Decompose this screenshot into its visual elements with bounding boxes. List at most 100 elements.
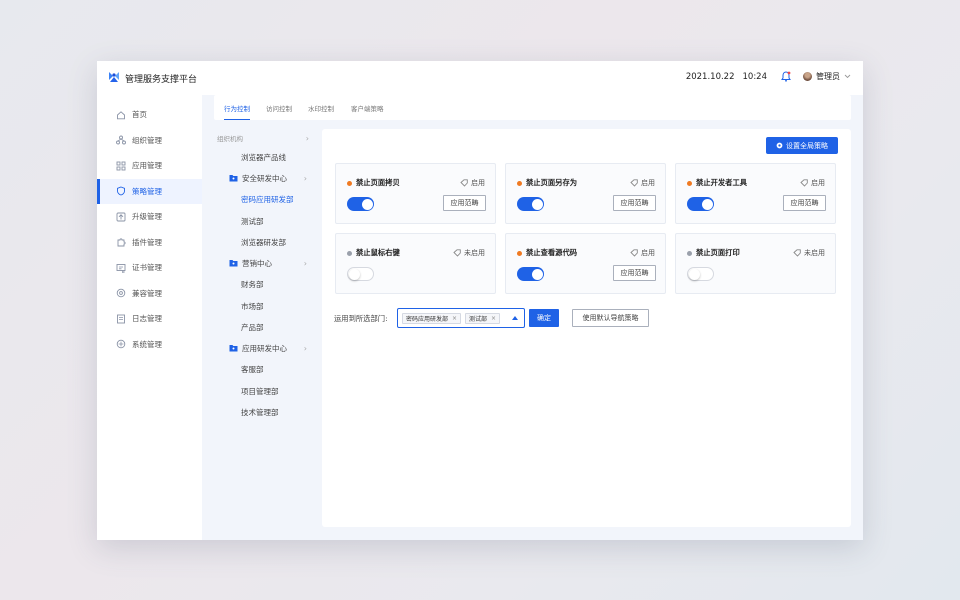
tag-icon: [630, 179, 638, 187]
folder-icon: [229, 175, 238, 182]
policy-toggle[interactable]: [347, 267, 374, 281]
status-text: 启用: [471, 179, 485, 187]
tag-icon: [453, 249, 461, 257]
bell-icon[interactable]: [781, 71, 791, 82]
policy-card: 禁止页面拷贝 启用 应用范畴: [335, 163, 496, 224]
policy-toggle[interactable]: [517, 267, 544, 281]
chevron-right-icon: ›: [303, 343, 307, 353]
tree-item-label: 应用研发中心: [242, 343, 287, 353]
button-label: 设置全局策略: [786, 141, 828, 150]
tree-item[interactable]: 营销中心 ›: [229, 256, 329, 270]
sidebar-item-label: 升级管理: [132, 212, 162, 222]
chevron-right-icon: ›: [305, 133, 309, 143]
policy-title: 禁止页面另存为: [526, 178, 578, 187]
status-text: 启用: [641, 249, 655, 257]
log-icon: [117, 314, 125, 324]
home-icon: [117, 110, 125, 119]
policy-card: 禁止开发者工具 启用 应用范畴: [675, 163, 836, 224]
status-text: 未启用: [804, 249, 825, 257]
tag-icon: [630, 249, 638, 257]
close-icon[interactable]: ×: [491, 315, 496, 322]
tree-item[interactable]: 应用研发中心 ›: [229, 341, 329, 355]
folder-icon: [229, 260, 238, 267]
top-bar: 管理服务支撑平台 2021.10.22 10:24 管理员: [97, 61, 863, 95]
policy-card: 禁止查看源代码 启用 应用范畴: [505, 233, 666, 294]
policy-title: 禁止查看源代码: [526, 248, 578, 257]
sidebar-item-label: 日志管理: [132, 314, 162, 324]
avatar[interactable]: [803, 72, 812, 81]
sidebar-item-apps[interactable]: 应用管理: [97, 153, 202, 179]
logo-icon: [109, 72, 119, 82]
policy-title: 禁止页面拷贝: [356, 178, 400, 187]
scope-button[interactable]: 应用范畴: [443, 195, 486, 211]
status-badge: 启用: [630, 248, 655, 258]
tag-icon: [800, 179, 808, 187]
sidebar-item-cert[interactable]: 证书管理: [97, 255, 202, 281]
status-dot: [347, 181, 352, 186]
shield-icon: [117, 186, 125, 196]
sidebar-item-system[interactable]: 系统管理: [97, 332, 202, 358]
tree-item[interactable]: 安全研发中心 ›: [229, 171, 329, 185]
sidebar: 首页 组织管理 应用管理 策略管理 升级管理 插件管理 证书管理 兼容管理 日志…: [97, 95, 202, 540]
tree-item-label: 市场部: [241, 301, 264, 311]
folder-icon: [229, 345, 238, 352]
use-default-policy-button[interactable]: 使用默认导航策略: [572, 309, 649, 327]
dept-multiselect[interactable]: 密码应用研发部 × 测试部 ×: [397, 308, 525, 328]
plugin-icon: [117, 238, 126, 247]
sidebar-item-home[interactable]: 首页: [97, 102, 202, 128]
tab-client-policy[interactable]: 客户端策略: [351, 103, 384, 120]
sidebar-item-org[interactable]: 组织管理: [97, 128, 202, 154]
scope-button[interactable]: 应用范畴: [613, 195, 656, 211]
set-global-policy-button[interactable]: 设置全局策略: [766, 137, 838, 154]
tree-item-label: 营销中心: [242, 258, 272, 268]
user-name[interactable]: 管理员: [816, 71, 840, 82]
sidebar-item-log[interactable]: 日志管理: [97, 306, 202, 332]
status-text: 启用: [641, 179, 655, 187]
sidebar-item-label: 策略管理: [132, 186, 162, 196]
dept-chip: 密码应用研发部 ×: [402, 313, 462, 324]
policy-card: 禁止页面打印 未启用: [675, 233, 836, 294]
apps-icon: [116, 161, 126, 171]
status-badge: 启用: [460, 178, 485, 188]
tab-access-control[interactable]: 访问控制: [266, 103, 292, 120]
sidebar-item-label: 插件管理: [132, 237, 162, 247]
dept-chip: 测试部 ×: [465, 313, 501, 324]
scope-button[interactable]: 应用范畴: [613, 265, 656, 281]
app-window: 管理服务支撑平台 2021.10.22 10:24 管理员 首页 组织管理 应用…: [97, 61, 863, 540]
status-dot: [347, 251, 352, 256]
tree-header-label: 组织机构: [217, 135, 243, 143]
time-label: 10:24: [742, 71, 768, 82]
chevron-right-icon: ›: [303, 258, 307, 268]
policy-toggle[interactable]: [347, 197, 374, 211]
policy-toggle[interactable]: [517, 197, 544, 211]
status-badge: 未启用: [793, 248, 825, 258]
scope-button[interactable]: 应用范畴: [783, 195, 826, 211]
caret-up-icon[interactable]: [512, 316, 518, 320]
policy-card: 禁止页面另存为 启用 应用范畴: [505, 163, 666, 224]
confirm-button[interactable]: 确定: [529, 309, 559, 327]
tree-item-label: 密码应用研发部: [241, 194, 294, 204]
app-title: 管理服务支撑平台: [125, 75, 198, 85]
tree-item-label: 项目管理部: [241, 386, 279, 396]
close-icon[interactable]: ×: [452, 315, 457, 322]
tab-behavior-control[interactable]: 行为控制: [224, 103, 250, 120]
sidebar-item-label: 兼容管理: [132, 288, 162, 298]
gear-icon: [776, 142, 783, 149]
sidebar-item-policy[interactable]: 策略管理: [97, 178, 202, 204]
sidebar-item-compat[interactable]: 兼容管理: [97, 281, 202, 307]
status-dot: [517, 181, 522, 186]
tree-item-label: 测试部: [241, 216, 264, 226]
tree-header[interactable]: 组织机构 ›: [217, 131, 317, 145]
policy-toggle[interactable]: [687, 197, 714, 211]
compat-icon: [116, 289, 126, 298]
chevron-down-icon[interactable]: [844, 74, 851, 79]
tag-icon: [460, 179, 468, 187]
tab-watermark-control[interactable]: 水印控制: [308, 103, 334, 120]
sidebar-item-plugin[interactable]: 插件管理: [97, 230, 202, 256]
sidebar-item-upgrade[interactable]: 升级管理: [97, 204, 202, 230]
tag-icon: [793, 249, 801, 257]
policy-toggle[interactable]: [687, 267, 714, 281]
policy-title: 禁止开发者工具: [696, 178, 748, 187]
tree-item-label: 客服部: [241, 364, 264, 374]
sidebar-item-label: 组织管理: [132, 135, 162, 145]
